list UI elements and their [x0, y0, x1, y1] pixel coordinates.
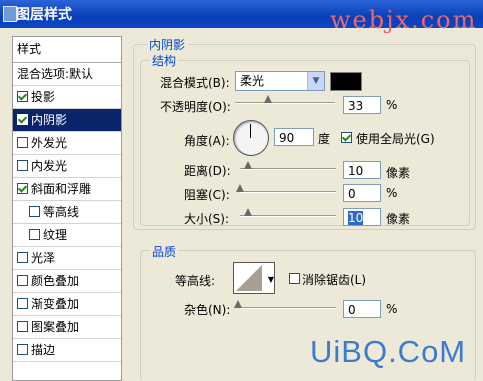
angle-dial[interactable] — [233, 120, 269, 156]
style-item[interactable]: 投影 — [13, 86, 121, 109]
global-light-label[interactable]: 使用全局光(G) — [356, 130, 435, 147]
style-item-checkbox[interactable] — [17, 160, 28, 171]
style-item-label: 图案叠加 — [31, 320, 80, 334]
style-item-checkbox[interactable] — [17, 321, 28, 332]
angle-unit: 度 — [318, 132, 331, 146]
choke-slider-handle[interactable] — [236, 184, 244, 192]
style-item-label: 描边 — [31, 343, 56, 357]
chevron-down-icon: ▼ — [267, 275, 274, 284]
opacity-slider-track[interactable] — [235, 102, 335, 104]
style-item-label: 渐变叠加 — [31, 297, 80, 311]
app-icon — [3, 6, 17, 22]
blend-mode-value: 柔光 — [240, 74, 265, 88]
style-item-checkbox[interactable] — [17, 137, 28, 148]
choke-input[interactable]: 0 — [343, 184, 381, 202]
size-slider-handle[interactable] — [244, 208, 252, 216]
angle-needle — [250, 124, 251, 138]
contour-picker[interactable]: ▼ — [233, 262, 275, 294]
opacity-slider-handle[interactable] — [264, 95, 272, 103]
style-item-checkbox[interactable] — [29, 206, 40, 217]
style-item[interactable]: 纹理 — [13, 224, 121, 247]
contour-preview — [236, 265, 262, 291]
style-item[interactable]: 内发光 — [13, 155, 121, 178]
size-input[interactable]: 10 — [343, 208, 381, 226]
noise-unit: % — [386, 302, 398, 316]
structure-title: 结构 — [150, 52, 179, 69]
choke-slider-track[interactable] — [240, 191, 336, 193]
quality-title: 品质 — [150, 243, 179, 260]
opacity-label: 不透明度(O): — [160, 100, 231, 114]
distance-label: 距离(D): — [184, 164, 231, 178]
global-light-checkbox[interactable] — [341, 132, 352, 143]
noise-input[interactable]: 0 — [343, 300, 381, 318]
style-item[interactable]: 颜色叠加 — [13, 270, 121, 293]
style-item-checkbox[interactable] — [17, 183, 28, 194]
style-item-checkbox[interactable] — [17, 275, 28, 286]
noise-slider-handle[interactable] — [234, 300, 242, 308]
style-item[interactable]: 内阴影 — [13, 109, 121, 132]
styles-list: 样式 混合选项:默认投影内阴影外发光内发光斜面和浮雕等高线纹理光泽颜色叠加渐变叠… — [12, 36, 122, 381]
style-item[interactable]: 斜面和浮雕 — [13, 178, 121, 201]
style-item[interactable]: 外发光 — [13, 132, 121, 155]
distance-input[interactable]: 10 — [343, 161, 381, 179]
style-item[interactable]: 混合选项:默认 — [13, 63, 121, 86]
style-item-label: 斜面和浮雕 — [31, 182, 92, 196]
opacity-input[interactable]: 33 — [343, 96, 381, 114]
watermark-top: webjx.com — [330, 6, 478, 34]
noise-slider-track[interactable] — [240, 307, 336, 309]
opacity-unit: % — [386, 98, 398, 112]
noise-label: 杂色(N): — [184, 303, 231, 317]
style-item-label: 内发光 — [31, 159, 68, 173]
window-title: 图层样式 — [16, 7, 72, 23]
choke-label: 阻塞(C): — [184, 188, 230, 202]
style-item-checkbox[interactable] — [17, 91, 28, 102]
style-item-label: 投影 — [31, 90, 56, 104]
distance-slider-handle[interactable] — [244, 161, 252, 169]
antialias-checkbox[interactable] — [289, 273, 300, 284]
style-item-label: 外发光 — [31, 136, 68, 150]
size-slider-track[interactable] — [240, 215, 336, 217]
angle-label: 角度(A): — [184, 134, 230, 148]
size-value: 10 — [348, 211, 364, 225]
blend-mode-label: 混合模式(B): — [160, 76, 230, 90]
style-item-label: 等高线 — [43, 205, 80, 219]
style-item-label: 内阴影 — [31, 113, 68, 127]
style-item-checkbox[interactable] — [17, 252, 28, 263]
style-item-label: 纹理 — [43, 228, 68, 242]
style-item-checkbox[interactable] — [17, 298, 28, 309]
style-item[interactable]: 描边 — [13, 339, 121, 362]
style-item-checkbox[interactable] — [17, 114, 28, 125]
shadow-color-swatch[interactable] — [330, 72, 362, 91]
style-item[interactable]: 图案叠加 — [13, 316, 121, 339]
choke-unit: % — [386, 186, 398, 200]
style-item-label: 混合选项:默认 — [17, 67, 94, 81]
style-item-label: 颜色叠加 — [31, 274, 80, 288]
style-item[interactable]: 等高线 — [13, 201, 121, 224]
size-label: 大小(S): — [184, 212, 230, 226]
chevron-down-icon: ▼ — [307, 72, 324, 90]
style-item[interactable]: 渐变叠加 — [13, 293, 121, 316]
style-item-checkbox[interactable] — [29, 229, 40, 240]
distance-slider-track[interactable] — [240, 168, 336, 170]
angle-input[interactable]: 90 — [274, 128, 314, 146]
inner-shadow-title: 内阴影 — [147, 36, 188, 53]
watermark-bottom: UiBQ.CoM — [310, 334, 467, 369]
style-item-label: 光泽 — [31, 251, 56, 265]
contour-label: 等高线: — [175, 274, 216, 288]
style-item-checkbox[interactable] — [17, 344, 28, 355]
blend-mode-select[interactable]: 柔光 ▼ — [235, 71, 325, 91]
style-item[interactable]: 光泽 — [13, 247, 121, 270]
size-unit: 像素 — [386, 212, 411, 226]
styles-header[interactable]: 样式 — [13, 37, 121, 63]
antialias-label[interactable]: 消除锯齿(L) — [302, 271, 366, 288]
distance-unit: 像素 — [386, 166, 411, 180]
